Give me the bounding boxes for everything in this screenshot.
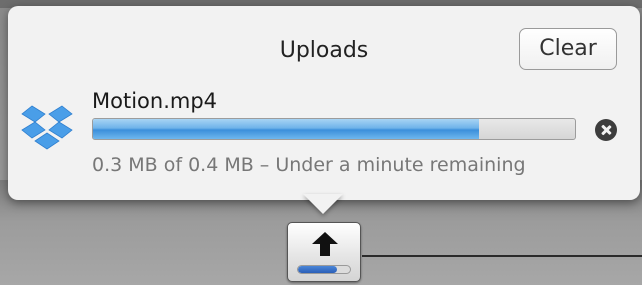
- clear-button[interactable]: Clear: [519, 28, 617, 70]
- toolbar-divider-line: [362, 255, 642, 257]
- upload-file-name: Motion.mp4: [92, 89, 218, 113]
- dropbox-icon: [16, 100, 78, 162]
- upload-progress-bar: [92, 118, 576, 140]
- popover-arrow: [303, 194, 343, 214]
- upload-status-text: 0.3 MB of 0.4 MB – Under a minute remain…: [92, 154, 526, 176]
- toolbar-upload-button[interactable]: [287, 222, 361, 282]
- toolbar-upload-progress: [297, 265, 351, 274]
- upload-arrow-icon: [311, 231, 339, 257]
- uploads-popover: Uploads Clear Motion.mp4 0.3 MB of 0.4 M…: [8, 6, 640, 200]
- upload-progress-fill: [93, 119, 479, 139]
- toolbar-upload-progress-fill: [298, 266, 337, 273]
- cancel-upload-button[interactable]: [595, 119, 617, 141]
